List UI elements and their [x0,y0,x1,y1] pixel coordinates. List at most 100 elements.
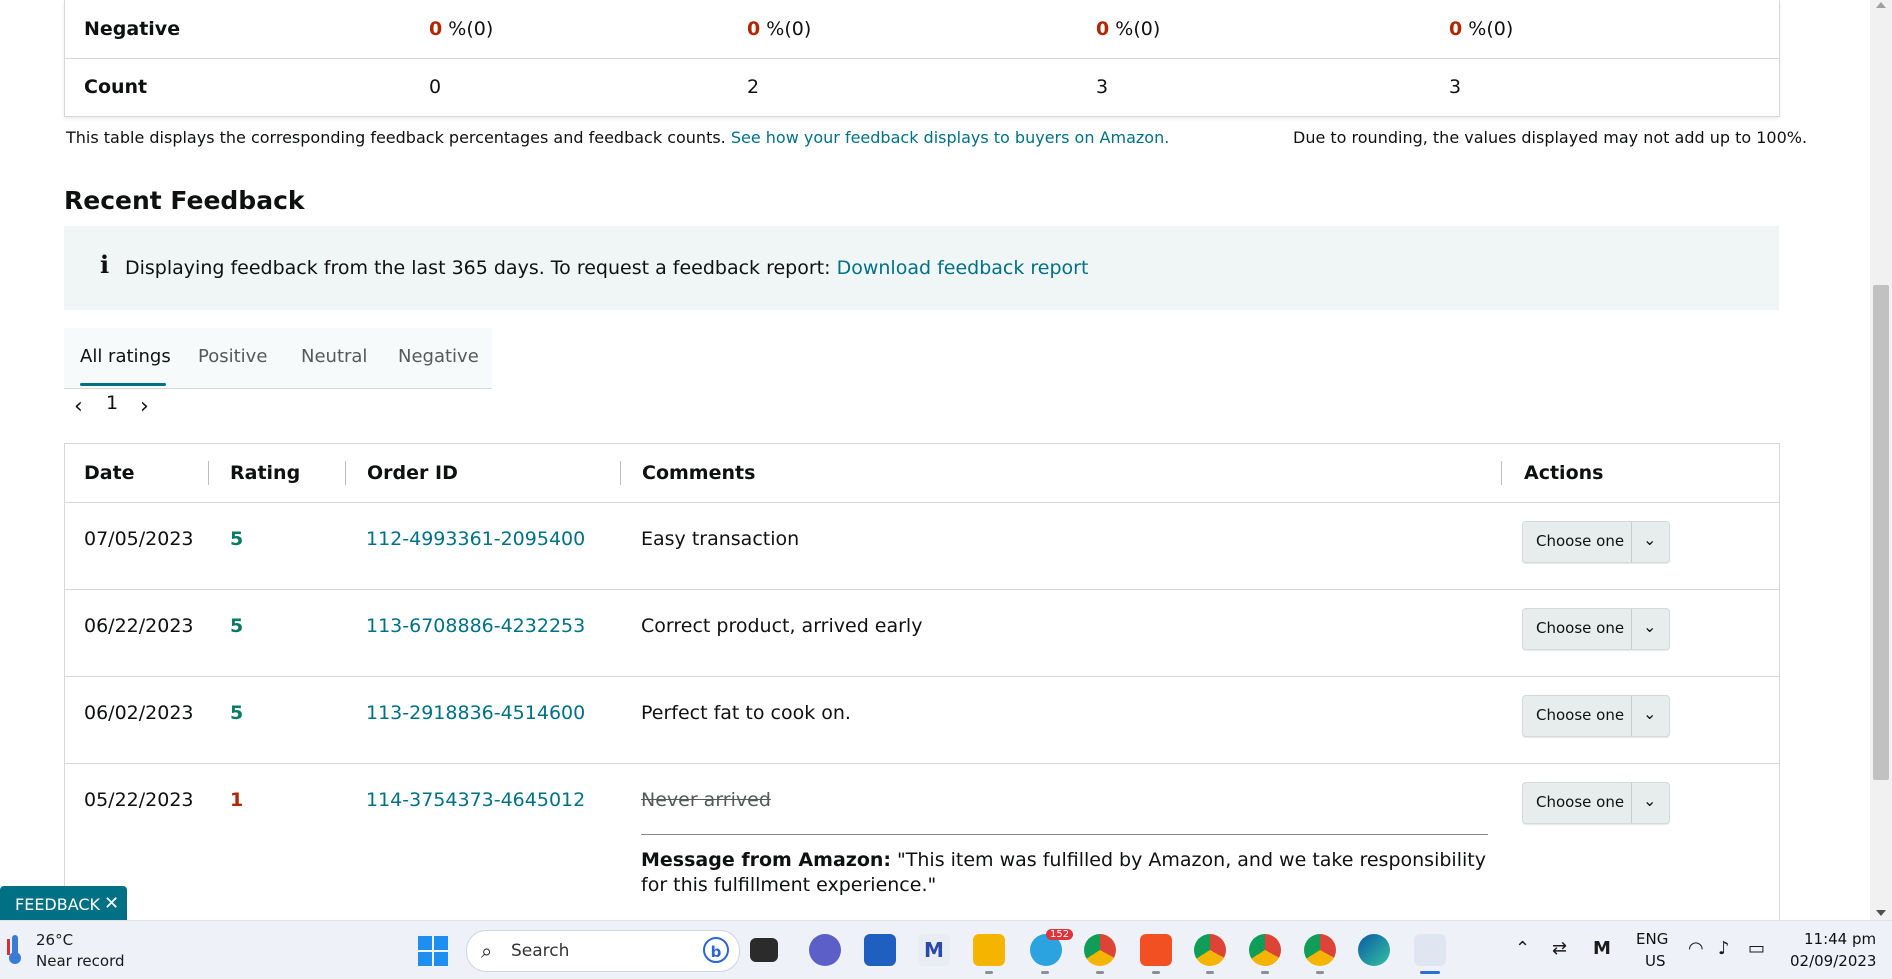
column-divider [345,461,346,485]
rounding-note: Due to rounding, the values displayed ma… [1293,128,1808,147]
region-indicator[interactable]: US [1645,952,1666,970]
volume-icon[interactable]: ♪ [1718,938,1730,959]
chevron-left-icon[interactable]: ‹ [74,394,83,419]
telegram-badge: 152 [1046,929,1074,940]
column-divider [208,461,209,485]
snipping-tool-icon[interactable] [1414,934,1446,966]
header-comments: Comments [642,462,756,484]
chevron-down-icon[interactable]: ⌄ [1643,791,1656,810]
download-feedback-report-link[interactable]: Download feedback report [837,257,1089,279]
task-view-icon[interactable] [750,938,778,962]
table-row: 06/02/2023 5 113-2918836-4514600 Perfect… [65,677,1779,764]
header-rating: Rating [230,462,301,484]
count-cell: 3 [1096,76,1109,98]
count-row: Count 0 2 3 3 [65,58,1779,116]
table-header: Date Rating Order ID Comments Actions [65,444,1779,503]
row-date: 06/02/2023 [84,702,194,724]
scrollbar-thumb[interactable] [1873,285,1889,780]
info-text: Displaying feedback from the last 365 da… [125,257,1089,279]
row-date: 05/22/2023 [84,789,194,811]
network-sync-icon[interactable]: ⇄ [1552,938,1567,959]
negative-row-label: Negative [84,18,181,40]
rating-tabs: All ratings Positive Neutral Negative [64,328,492,389]
chevron-right-icon[interactable]: › [140,394,149,419]
negative-row: Negative 0 %(0) 0 %(0) 0 %(0) 0 %(0) [65,0,1779,59]
order-id-link[interactable]: 113-2918836-4514600 [366,702,585,724]
chrome-icon[interactable] [1084,934,1116,966]
mail-tray-icon[interactable]: M [1593,938,1611,959]
row-rating: 5 [230,528,244,550]
header-actions: Actions [1524,462,1604,484]
file-explorer-icon[interactable] [973,934,1005,966]
info-icon: i [100,250,110,279]
row-rating: 5 [230,615,244,637]
count-cell: 3 [1449,76,1462,98]
windows-start-icon[interactable] [418,936,448,966]
page-number[interactable]: 1 [106,392,118,414]
scroll-up-icon[interactable] [1876,2,1886,8]
order-id-link[interactable]: 114-3754373-4645012 [366,789,585,811]
info-alert: i Displaying feedback from the last 365 … [64,226,1779,310]
amazon-message: Message from Amazon: "This item was fulf… [641,849,1486,896]
thermometer-icon[interactable] [6,933,24,965]
chevron-down-icon[interactable]: ⌄ [1643,704,1656,723]
action-dropdown[interactable]: Choose one ⌄ [1522,695,1670,737]
row-comment: Perfect fat to cook on. [641,702,851,724]
row-comment: Easy transaction [641,528,800,550]
order-id-link[interactable]: 112-4993361-2095400 [366,528,585,550]
negative-cell: 0 %(0) [429,18,494,40]
feedback-display-link[interactable]: See how your feedback displays to buyers… [731,128,1169,147]
feedback-button[interactable]: FEEDBACK ✕ [0,886,127,920]
column-divider [1501,461,1502,485]
chevron-down-icon[interactable]: ⌄ [1643,530,1656,549]
close-icon[interactable]: ✕ [104,893,119,914]
order-id-link[interactable]: 113-6708886-4232253 [366,615,585,637]
teams-chat-icon[interactable] [809,934,841,966]
count-cell: 2 [747,76,760,98]
row-comment: Correct product, arrived early [641,615,923,637]
tab-negative[interactable]: Negative [398,346,479,367]
battery-icon[interactable]: ▭ [1748,938,1765,959]
chevron-down-icon[interactable]: ⌄ [1643,617,1656,636]
count-row-label: Count [84,76,148,98]
app-r-icon[interactable] [1140,934,1172,966]
chrome-profile-k-icon[interactable] [1194,934,1226,966]
row-rating: 5 [230,702,244,724]
divider [641,834,1488,835]
taskbar-search[interactable]: ⌕ Search b [466,930,740,972]
store-icon[interactable] [864,934,896,966]
row-date: 07/05/2023 [84,528,194,550]
chrome-profile-i-icon[interactable] [1304,934,1336,966]
weather-temperature[interactable]: 26°C [36,931,73,949]
mail-app-icon[interactable]: M [918,934,950,966]
negative-cell: 0 %(0) [747,18,812,40]
taskbar: 26°C Near record ⌕ Search b M 152 ⌃ ⇄ M … [0,920,1892,979]
weather-description[interactable]: Near record [36,952,125,970]
action-dropdown[interactable]: Choose one ⌄ [1522,782,1670,824]
table-row: 06/22/2023 5 113-6708886-4232253 Correct… [65,590,1779,677]
chrome-profile-p-icon[interactable] [1249,934,1281,966]
tab-all-ratings[interactable]: All ratings [80,346,171,367]
tab-positive[interactable]: Positive [198,346,267,367]
table-row: 05/22/2023 1 114-3754373-4645012 Never a… [65,764,1779,920]
clock-time[interactable]: 11:44 pm [1804,930,1876,948]
chevron-up-icon[interactable]: ⌃ [1515,938,1530,959]
scroll-down-icon[interactable] [1876,910,1886,916]
wifi-icon[interactable]: ◠ [1688,938,1704,959]
action-dropdown[interactable]: Choose one ⌄ [1522,608,1670,650]
tab-neutral[interactable]: Neutral [301,346,367,367]
action-dropdown[interactable]: Choose one ⌄ [1522,521,1670,563]
bing-icon[interactable]: b [703,937,729,963]
vertical-scrollbar[interactable] [1870,0,1892,920]
active-tab-indicator [80,383,166,386]
header-order-id: Order ID [367,462,458,484]
clock-date[interactable]: 02/09/2023 [1790,952,1876,970]
edge-icon[interactable] [1358,934,1390,966]
negative-cell: 0 %(0) [1096,18,1161,40]
language-indicator[interactable]: ENG [1636,930,1668,948]
row-rating: 1 [230,789,244,811]
count-cell: 0 [429,76,442,98]
feedback-summary-table: Negative 0 %(0) 0 %(0) 0 %(0) 0 %(0) Cou… [64,0,1780,117]
row-comment-struck: Never arrived [641,789,771,811]
search-icon: ⌕ [481,939,493,963]
